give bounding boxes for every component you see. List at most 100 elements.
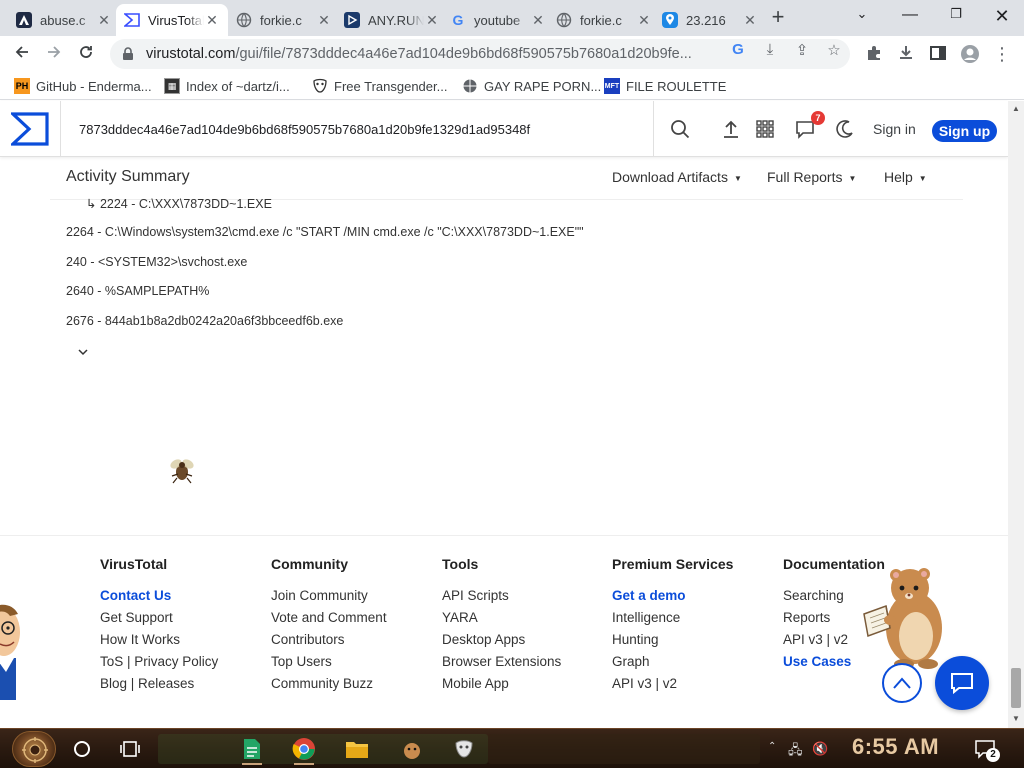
footer-link-join-community[interactable]: Join Community [271, 585, 387, 607]
tab-forkie-2[interactable]: forkie.c ✕ [548, 4, 660, 36]
browser-toolbar: virustotal.com/gui/file/7873dddec4a46e7a… [0, 36, 1024, 72]
profile-avatar-icon[interactable] [960, 44, 980, 64]
footer-link-graph[interactable]: Graph [612, 651, 733, 673]
reload-button[interactable] [72, 40, 100, 68]
scroll-down-arrow-icon[interactable]: ▼ [1012, 714, 1020, 723]
start-button[interactable] [12, 731, 56, 767]
footer-heading: Community [271, 556, 348, 572]
side-panel-icon[interactable] [928, 44, 948, 64]
footer-link-api-premium[interactable]: API v3 | v2 [612, 673, 733, 695]
footer-link-community-buzz[interactable]: Community Buzz [271, 673, 387, 695]
footer-link-how-it-works[interactable]: How It Works [100, 629, 218, 651]
tab-virustotal[interactable]: VirusTotal ✕ [116, 4, 228, 36]
dark-mode-moon-icon[interactable] [833, 117, 857, 141]
tab-youtube-search[interactable]: G youtube ✕ [442, 4, 554, 36]
tab-forkie-1[interactable]: forkie.c ✕ [228, 4, 340, 36]
footer-link-contributors[interactable]: Contributors [271, 629, 387, 651]
taskbar-app-sheets[interactable] [236, 733, 268, 765]
process-tree-item: 240 - <SYSTEM32>\svchost.exe [66, 255, 248, 269]
tab-abuse[interactable]: abuse.c ✕ [8, 4, 120, 36]
bookmark-label: FILE ROULETTE [626, 78, 727, 94]
scroll-up-arrow-icon[interactable]: ▲ [1012, 104, 1020, 113]
taskbar-app-chrome[interactable] [288, 733, 320, 765]
tab-search-chevron-icon[interactable]: ⌄ [842, 6, 882, 28]
footer-link-contact-us[interactable]: Contact Us [100, 585, 218, 607]
tab-ip-location[interactable]: 23.216 ✕ [654, 4, 766, 36]
download-artifacts-menu[interactable]: Download Artifacts ▼ [612, 169, 742, 185]
bookmark-globe[interactable]: GAY RAPE PORN... [462, 77, 601, 95]
caret-down-icon: ▼ [848, 173, 857, 183]
scrollbar-thumb[interactable] [1011, 668, 1021, 708]
tab-anyrun[interactable]: ANY.RUN ✕ [336, 4, 448, 36]
help-menu[interactable]: Help ▼ [884, 169, 927, 185]
taskbar-app-mask[interactable] [448, 733, 480, 765]
share-icon[interactable]: ⇪ [792, 41, 812, 61]
footer-link-intelligence[interactable]: Intelligence [612, 607, 733, 629]
footer-link-desktop-apps[interactable]: Desktop Apps [442, 629, 561, 651]
tab-close-icon[interactable]: ✕ [424, 12, 440, 29]
back-button[interactable] [8, 40, 36, 68]
anyrun-favicon-icon [344, 12, 360, 28]
bookmark-file-roulette[interactable]: MFT FILE ROULETTE [604, 77, 726, 95]
footer-link-hunting[interactable]: Hunting [612, 629, 733, 651]
close-window-button[interactable]: ✕ [982, 6, 1022, 28]
scroll-to-top-button[interactable] [882, 663, 922, 703]
taskbar-app-file-explorer[interactable] [341, 733, 373, 765]
extensions-puzzle-icon[interactable] [864, 44, 884, 64]
bookmark-star-icon[interactable]: ☆ [824, 41, 844, 61]
install-app-icon[interactable]: ⤓ [760, 41, 780, 61]
footer-link-get-support[interactable]: Get Support [100, 607, 218, 629]
tab-close-icon[interactable]: ✕ [316, 12, 332, 29]
tab-close-icon[interactable]: ✕ [96, 12, 112, 29]
notifications-chat-icon[interactable]: 7 [793, 111, 825, 141]
google-translate-icon[interactable]: G [728, 41, 748, 61]
footer-link-top-users[interactable]: Top Users [271, 651, 387, 673]
tab-close-icon[interactable]: ✕ [636, 12, 652, 29]
task-view-icon[interactable] [120, 740, 140, 758]
activity-summary-bar: Activity Summary Download Artifacts ▼ Ful… [50, 158, 963, 200]
virustotal-favicon-icon [124, 12, 140, 28]
taskbar-clock[interactable]: 6:55 AM [852, 734, 939, 760]
footer-link-tos-privacy[interactable]: ToS | Privacy Policy [100, 651, 218, 673]
footer-link-vote-comment[interactable]: Vote and Comment [271, 607, 387, 629]
bookmark-free-transgender[interactable]: Free Transgender... [312, 77, 447, 95]
cortana-search-icon[interactable] [74, 741, 90, 757]
footer-link-mobile-app[interactable]: Mobile App [442, 673, 561, 695]
cartoon-character-desktop-buddy-icon [0, 600, 22, 700]
maximize-button[interactable]: ❐ [936, 6, 976, 28]
upload-icon[interactable] [719, 117, 743, 141]
downloads-icon[interactable] [896, 44, 916, 64]
tab-close-icon[interactable]: ✕ [204, 12, 220, 29]
apps-grid-icon[interactable] [753, 117, 777, 141]
tab-close-icon[interactable]: ✕ [742, 12, 758, 29]
footer-link-blog-releases[interactable]: Blog | Releases [100, 673, 218, 695]
footer-link-yara[interactable]: YARA [442, 607, 561, 629]
page-scrollbar[interactable]: ▲ ▼ [1008, 101, 1024, 728]
footer-link-get-a-demo[interactable]: Get a demo [612, 585, 733, 607]
tab-close-icon[interactable]: ✕ [530, 12, 546, 29]
sign-in-link[interactable]: Sign in [873, 121, 916, 137]
virustotal-logo[interactable] [0, 101, 60, 157]
chat-support-button[interactable] [935, 656, 989, 710]
action-center-icon[interactable]: 2 [974, 738, 1000, 762]
bookmark-index-of[interactable]: ▦ Index of ~dartz/i... [164, 77, 290, 95]
network-icon[interactable]: 🖧 [788, 741, 803, 763]
tab-title: forkie.c [260, 12, 302, 28]
forward-button[interactable] [40, 40, 68, 68]
new-tab-button[interactable]: + [766, 6, 790, 30]
tray-chevron-up-icon[interactable]: ⌃ [768, 741, 776, 752]
full-reports-menu[interactable]: Full Reports ▼ [767, 169, 856, 185]
hash-search-input[interactable]: 7873dddec4a46e7ad104de9b6bd68f590575b768… [60, 101, 654, 157]
minimize-button[interactable]: — [890, 6, 930, 28]
footer-link-browser-extensions[interactable]: Browser Extensions [442, 651, 561, 673]
footer-heading: VirusTotal [100, 556, 168, 572]
taskbar-app-hamster[interactable] [396, 733, 428, 765]
browser-menu-icon[interactable]: ⋮ [992, 44, 1012, 64]
search-icon[interactable] [668, 117, 692, 141]
bookmark-github[interactable]: PH GitHub - Enderma... [14, 77, 152, 95]
expand-chevron-down-icon[interactable] [76, 345, 90, 359]
sign-up-button[interactable]: Sign up [932, 120, 997, 142]
chevron-up-icon [893, 677, 911, 689]
volume-muted-icon[interactable]: 🔇 [812, 741, 828, 757]
footer-link-api-scripts[interactable]: API Scripts [442, 585, 561, 607]
